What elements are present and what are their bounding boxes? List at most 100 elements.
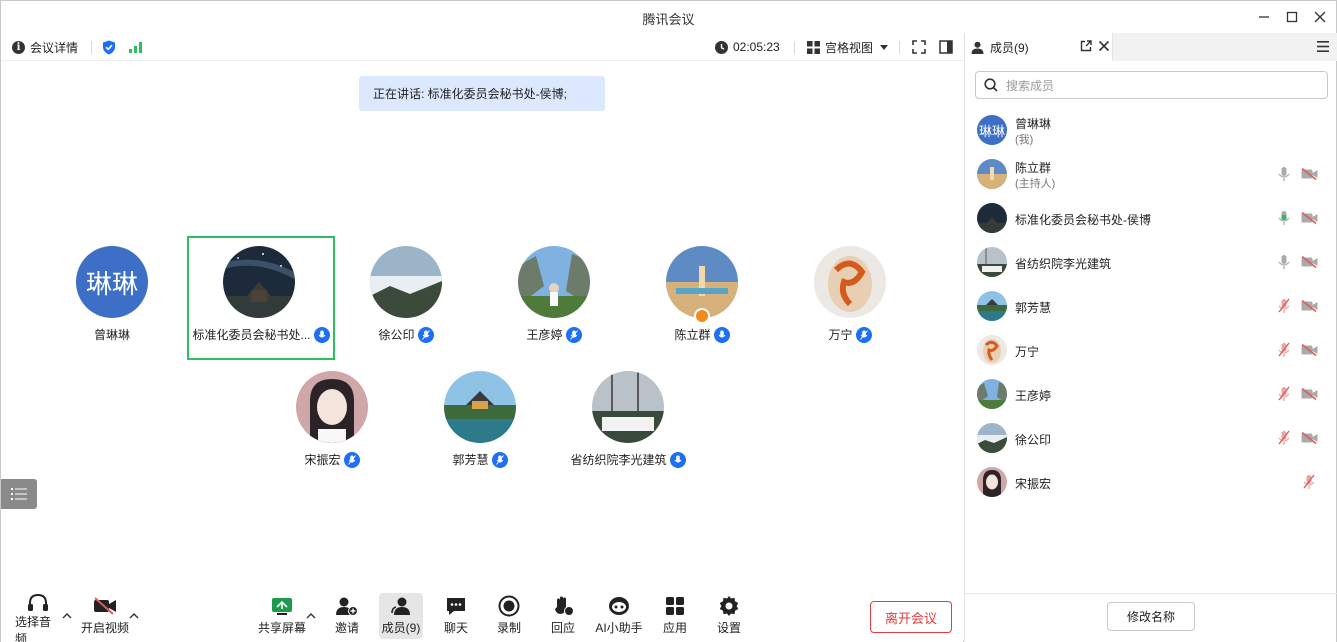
video-off-icon [94, 597, 116, 615]
audio-options-chevron-up-icon[interactable] [62, 611, 72, 622]
participant-name: 曾琳琳 [93, 328, 130, 342]
close-window-button[interactable] [1305, 5, 1335, 29]
maximize-button[interactable] [1277, 5, 1307, 29]
participant-tile[interactable]: 宋振宏 [258, 363, 406, 487]
mic-speaking-icon[interactable] [1278, 210, 1290, 229]
mic-muted-icon[interactable] [1278, 298, 1290, 317]
meeting-info-label: 会议详情 [30, 40, 79, 55]
leave-meeting-button[interactable]: 离开会议 [870, 601, 952, 633]
video-options-chevron-up-icon[interactable] [129, 611, 139, 622]
security-button[interactable] [102, 33, 116, 61]
participant-tile[interactable]: 万宁 [776, 238, 924, 362]
member-row[interactable]: 琳琳 曾琳琳 (我) [965, 109, 1337, 153]
member-row[interactable]: 郭芳慧 [965, 285, 1337, 329]
participant-tile[interactable]: 徐公印 [332, 238, 480, 362]
grid-view-icon [807, 40, 820, 54]
tab-members[interactable]: 成员(9) [965, 33, 1113, 61]
camera-off-icon[interactable] [1301, 431, 1318, 447]
participant-tile-active-speaker[interactable]: 标准化委员会秘书处... [187, 236, 335, 360]
panel-menu-button[interactable] [1317, 41, 1329, 55]
avatar [592, 371, 664, 443]
invite-button[interactable]: 邀请 [330, 593, 364, 639]
share-screen-button[interactable]: 共享屏幕 [258, 593, 306, 639]
record-button[interactable]: 录制 [492, 593, 526, 639]
react-button[interactable]: 回应 [546, 593, 580, 639]
participant-name: 万宁 [828, 328, 853, 342]
members-icon [391, 597, 410, 615]
meeting-info-button[interactable]: i 会议详情 [12, 33, 78, 61]
toggle-sidebar-button[interactable] [939, 33, 953, 61]
share-screen-label: 共享屏幕 [258, 621, 307, 635]
bottom-toolbar: 选择音频 开启视频 共享屏幕 邀请 成员(9) 聊天 录制 回应 AI小助手 应… [1, 591, 963, 642]
member-name: 标准化委员会秘书处-侯博 [1015, 213, 1151, 227]
participant-tile[interactable]: 省纺织院李光建筑 [554, 363, 702, 487]
clock-icon [715, 40, 728, 54]
meeting-timer: 02:05:23 [715, 33, 780, 61]
member-name: 徐公印 [1015, 433, 1052, 447]
avatar: 琳琳 [977, 115, 1007, 145]
camera-off-icon[interactable] [1301, 387, 1318, 403]
member-name: 郭芳慧 [1015, 301, 1052, 315]
minimize-button[interactable] [1249, 5, 1279, 29]
camera-off-icon[interactable] [1301, 211, 1318, 227]
pop-out-button[interactable] [1080, 40, 1092, 55]
view-mode-dropdown[interactable]: 宫格视图 [807, 33, 889, 61]
member-row[interactable]: 宋振宏 [965, 461, 1337, 505]
camera-off-icon[interactable] [1301, 167, 1318, 183]
member-name: 陈立群 [1015, 161, 1052, 175]
mic-muted-icon[interactable] [1278, 386, 1290, 405]
chat-button[interactable]: 聊天 [439, 593, 473, 639]
avatar [977, 423, 1007, 453]
avatar [977, 203, 1007, 233]
chat-icon [447, 598, 465, 615]
member-row[interactable]: 省纺织院李光建筑 [965, 241, 1337, 285]
rename-button[interactable]: 修改名称 [1107, 602, 1195, 631]
ai-assistant-button[interactable]: AI小助手 [595, 593, 643, 639]
close-panel-button[interactable] [1098, 40, 1110, 55]
participant-tile[interactable]: 琳琳 曾琳琳 [38, 238, 186, 362]
speaking-banner: 正在讲话: 标准化委员会秘书处-侯博; [359, 76, 605, 111]
avatar [296, 371, 368, 443]
audio-button[interactable]: 选择音频 [15, 593, 61, 642]
mic-muted-icon[interactable] [1278, 430, 1290, 449]
camera-off-icon[interactable] [1301, 343, 1318, 359]
member-search-input[interactable]: 搜索成员 [975, 71, 1328, 99]
caret-down-icon [880, 45, 889, 50]
video-label: 开启视频 [81, 621, 130, 635]
member-row[interactable]: 标准化委员会秘书处-侯博 [965, 197, 1337, 241]
camera-off-icon[interactable] [1301, 255, 1318, 271]
participant-name: 宋振宏 [304, 453, 341, 467]
camera-off-icon[interactable] [1301, 299, 1318, 315]
member-name: 省纺织院李光建筑 [1015, 257, 1112, 271]
member-row[interactable]: 陈立群 (主持人) [965, 153, 1337, 197]
share-options-chevron-up-icon[interactable] [306, 611, 316, 622]
members-button[interactable]: 成员(9) [379, 593, 423, 639]
member-row[interactable]: 万宁 [965, 329, 1337, 373]
participant-tile[interactable]: 王彦婷 [480, 238, 628, 362]
ai-assistant-icon [609, 597, 629, 615]
avatar [977, 159, 1007, 189]
mic-on-icon [313, 326, 330, 343]
fullscreen-button[interactable] [912, 33, 926, 61]
participant-tile-host[interactable]: 陈立群 [628, 238, 776, 362]
member-name: 王彦婷 [1015, 389, 1052, 403]
mic-on-icon [669, 451, 686, 468]
participant-tile[interactable]: 郭芳慧 [406, 363, 554, 487]
video-button[interactable]: 开启视频 [81, 593, 129, 639]
network-status-button[interactable] [129, 33, 143, 61]
member-row[interactable]: 徐公印 [965, 417, 1337, 461]
apps-button[interactable]: 应用 [658, 593, 692, 639]
mic-icon [855, 326, 872, 343]
chat-label: 聊天 [443, 621, 468, 635]
tab-members-label: 成员(9) [990, 40, 1029, 55]
mic-muted-icon[interactable] [1303, 474, 1315, 493]
member-row[interactable]: 王彦婷 [965, 373, 1337, 417]
avatar [977, 247, 1007, 277]
mic-idle-icon[interactable] [1278, 254, 1290, 273]
mic-idle-icon[interactable] [1278, 166, 1290, 185]
member-name: 万宁 [1015, 345, 1040, 359]
ai-assistant-label: AI小助手 [595, 621, 643, 635]
settings-button[interactable]: 设置 [712, 593, 746, 639]
mic-muted-icon[interactable] [1278, 342, 1290, 361]
sidebar-list-toggle[interactable] [1, 479, 37, 509]
